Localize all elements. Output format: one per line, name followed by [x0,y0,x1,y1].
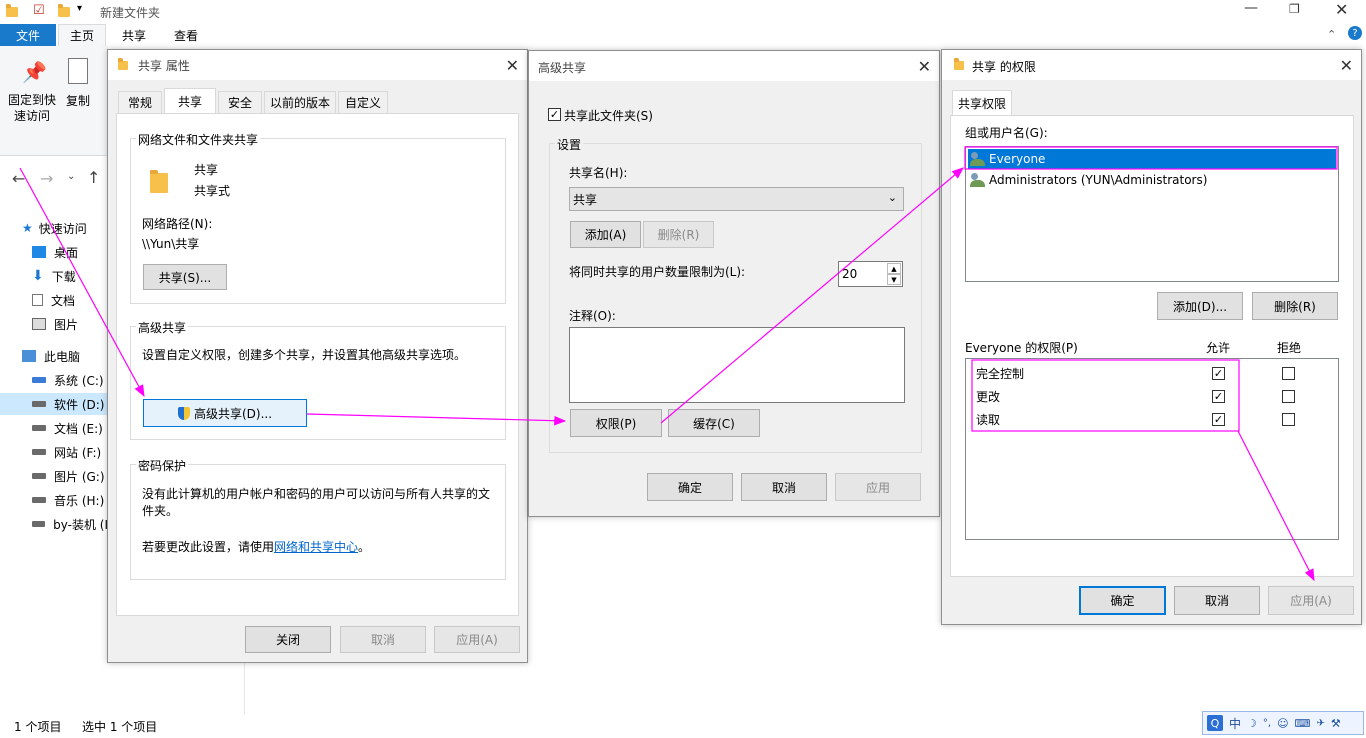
annotation-arrow [660,167,964,424]
ime-emoji-icon[interactable]: ☺ [1277,717,1288,730]
ime-fullwidth-icon[interactable]: ☽ [1247,717,1257,730]
ime-toolbar: Q 中 ☽ °, ☺ ⌨ ✈ ⚒ [1202,711,1364,735]
annotation-arrow [19,167,145,398]
annotation-arrow [306,413,567,426]
annotation-arrow [1237,430,1315,582]
annotation-overlay [19,146,1338,582]
ime-skin-icon[interactable]: ✈ [1316,718,1324,729]
annotation-box [971,359,1240,432]
annotation-box [964,146,1338,170]
ime-mode-chinese[interactable]: 中 [1229,715,1241,732]
ime-logo-icon[interactable]: Q [1207,715,1223,731]
ime-punctuation-icon[interactable]: °, [1263,718,1271,729]
ime-keyboard-icon[interactable]: ⌨ [1295,717,1311,730]
ime-settings-icon[interactable]: ⚒ [1331,717,1341,730]
